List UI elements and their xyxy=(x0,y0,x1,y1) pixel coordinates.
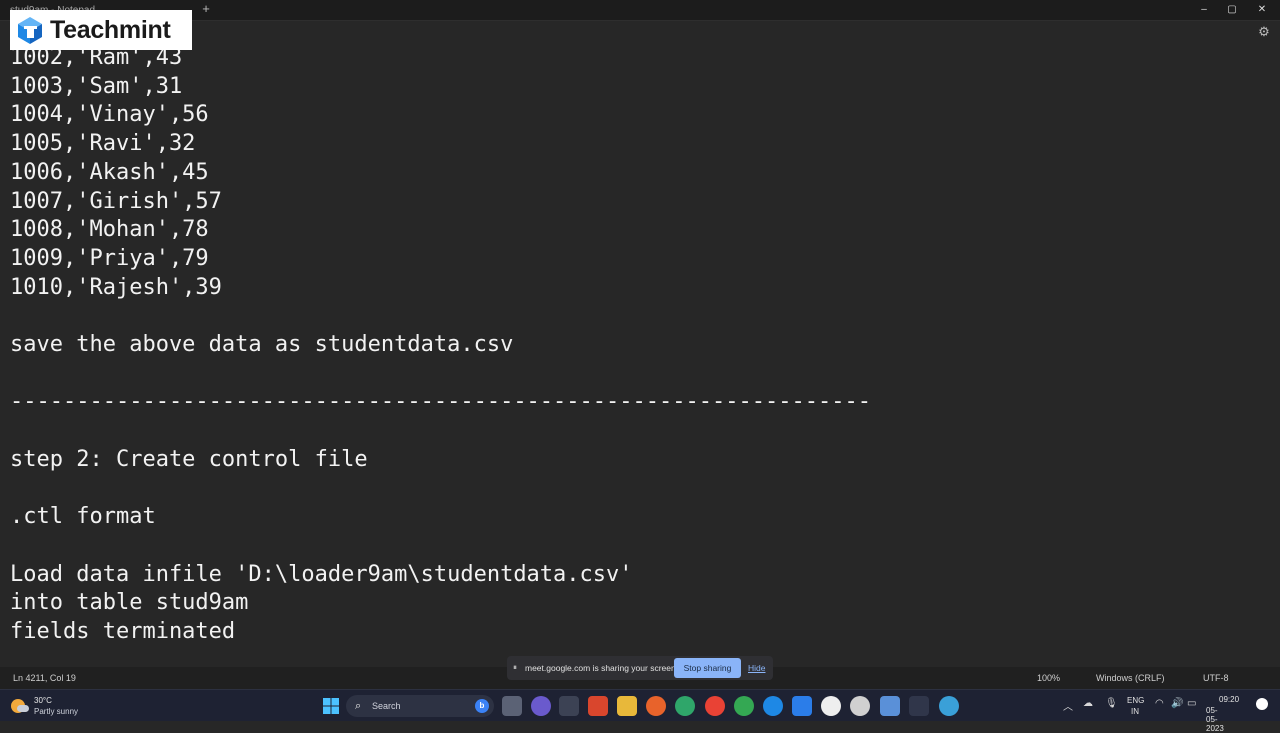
chrome-profile-icon[interactable] xyxy=(734,696,754,716)
editor-line: 1004,'Vinay',56 xyxy=(10,102,209,128)
weather-condition: Partly sunny xyxy=(34,707,79,716)
menu-bar: ⚙ xyxy=(0,21,1280,43)
editor-line: into table stud9am xyxy=(10,590,249,616)
editor-line: step 2: Create control file xyxy=(10,446,368,472)
encoding: UTF-8 xyxy=(1203,673,1229,683)
close-button[interactable]: ✕ xyxy=(1252,2,1272,18)
screen-sharing-bar: ⏸ meet.google.com is sharing your screen… xyxy=(507,656,773,680)
taskbar: 30°C Partly sunny ⌕ Search b ︿ ☁ 🎙 ENG I… xyxy=(0,689,1280,733)
weather-widget[interactable]: 30°C Partly sunny xyxy=(8,693,118,719)
language-label: ENG xyxy=(1127,696,1145,705)
battery-icon[interactable]: ▭ xyxy=(1187,698,1196,709)
editor-line: 1010,'Rajesh',39 xyxy=(10,274,222,300)
hide-link[interactable]: Hide xyxy=(748,656,765,680)
task-view-icon[interactable] xyxy=(502,696,522,716)
browser-icon[interactable] xyxy=(763,696,783,716)
text-editor[interactable]: 1002,'Ram',43 1003,'Sam',31 1004,'Vinay',5… xyxy=(0,44,1280,666)
stop-sharing-button[interactable]: Stop sharing xyxy=(674,658,741,678)
wps-office-icon[interactable] xyxy=(588,696,608,716)
taskbar-search[interactable]: ⌕ Search b xyxy=(346,695,494,717)
editor-line: ----------------------------------------… xyxy=(10,389,871,415)
teams-chat-icon[interactable] xyxy=(531,696,551,716)
terminal-icon[interactable] xyxy=(909,696,929,716)
firefox-icon[interactable] xyxy=(646,696,666,716)
obs-icon[interactable] xyxy=(850,696,870,716)
chevron-up-icon[interactable]: ︿ xyxy=(1063,698,1073,713)
zoom-level: 100% xyxy=(1037,673,1061,683)
paint-icon[interactable] xyxy=(792,696,812,716)
line-endings: Windows (CRLF) xyxy=(1096,673,1165,683)
maximize-button[interactable]: ▢ xyxy=(1222,2,1242,18)
notification-icon[interactable] xyxy=(1256,698,1268,710)
editor-line: 1006,'Akash',45 xyxy=(10,159,209,185)
file-explorer-icon[interactable] xyxy=(617,696,637,716)
cursor-position: Ln 4211, Col 19 xyxy=(13,673,76,683)
editor-line: 1007,'Girish',57 xyxy=(10,188,222,214)
notepad-icon[interactable] xyxy=(880,696,900,716)
media-player-icon[interactable] xyxy=(821,696,841,716)
editor-line: save the above data as studentdata.csv xyxy=(10,332,514,357)
sharing-message: meet.google.com is sharing your screen. xyxy=(525,663,679,673)
title-bar: stud9am - Notepad + – ▢ ✕ xyxy=(0,0,1280,21)
region-label: IN xyxy=(1131,707,1139,716)
edge-icon[interactable] xyxy=(675,696,695,716)
bing-icon: b xyxy=(475,699,489,713)
volume-icon[interactable]: 🔊 xyxy=(1171,698,1183,709)
search-label: Search xyxy=(372,701,401,711)
editor-line: 1008,'Mohan',78 xyxy=(10,217,209,243)
tray-app-icon[interactable]: ☁ xyxy=(1083,698,1093,709)
wifi-icon[interactable]: ◠ xyxy=(1155,698,1164,709)
app-icon[interactable] xyxy=(559,696,579,716)
microphone-icon[interactable]: 🎙 xyxy=(1105,698,1118,709)
teachmint-cube-icon xyxy=(15,15,45,45)
editor-line: .ctl format xyxy=(10,504,156,530)
cloud-icon xyxy=(17,705,29,712)
new-tab-button[interactable]: + xyxy=(199,2,213,16)
logo-text: Teachmint xyxy=(50,15,171,44)
weather-temp: 30°C xyxy=(34,696,52,705)
pause-icon: ⏸ xyxy=(513,663,517,672)
teachmint-logo: Teachmint xyxy=(10,10,192,50)
chrome-icon[interactable] xyxy=(705,696,725,716)
gear-icon[interactable]: ⚙ xyxy=(1256,24,1272,40)
globe-app-icon[interactable] xyxy=(939,696,959,716)
editor-line: fields terminated xyxy=(10,619,236,644)
minimize-button[interactable]: – xyxy=(1194,2,1214,18)
editor-line: 1005,'Ravi',32 xyxy=(10,131,196,157)
search-icon: ⌕ xyxy=(355,700,362,712)
editor-line: 1009,'Priya',79 xyxy=(10,245,209,271)
editor-line: Load data infile 'D:\loader9am\studentda… xyxy=(10,561,633,587)
clock-time: 09:20 xyxy=(1219,695,1240,704)
windows-start-icon[interactable] xyxy=(321,696,341,716)
editor-line: 1003,'Sam',31 xyxy=(10,73,183,99)
